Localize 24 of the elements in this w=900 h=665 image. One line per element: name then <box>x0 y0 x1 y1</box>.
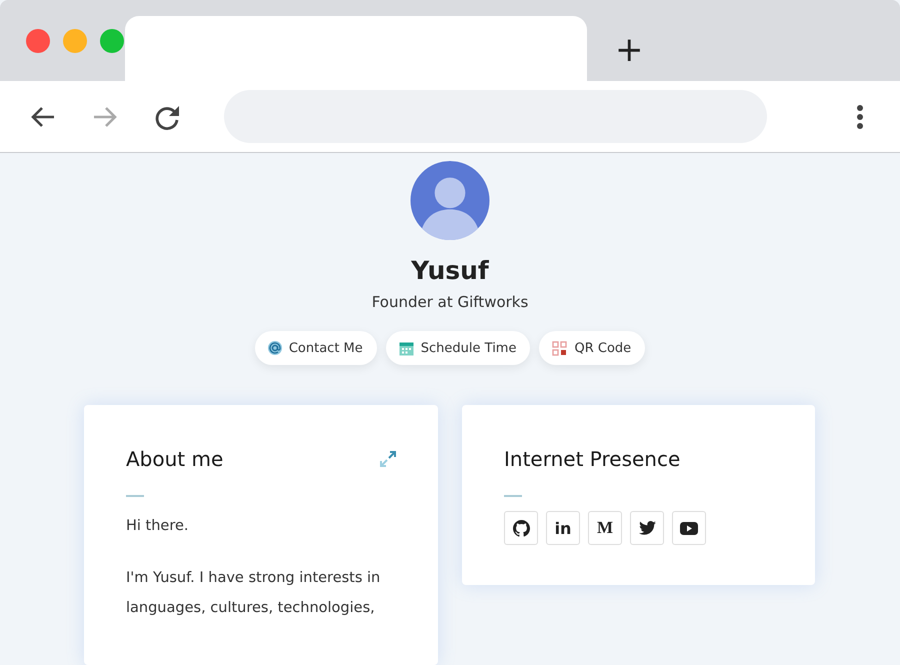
card-title: Internet Presence <box>504 447 682 471</box>
about-paragraph: I'm Yusuf. I have strong interests in languages, cultures, technologies, <box>126 569 382 618</box>
card-title: About me <box>126 447 224 471</box>
medium-link[interactable]: M <box>588 511 622 545</box>
close-button[interactable] <box>26 29 50 53</box>
contact-button[interactable]: Contact Me <box>254 331 377 365</box>
linkedin-link[interactable]: in <box>546 511 580 545</box>
calendar-icon <box>398 340 414 356</box>
about-paragraph: Hi there. <box>126 517 190 536</box>
youtube-link[interactable] <box>672 511 706 545</box>
expand-icon[interactable] <box>380 451 396 467</box>
bird-icon <box>638 521 656 535</box>
schedule-button[interactable]: Schedule Time <box>386 331 530 365</box>
qr-code-icon <box>552 340 568 356</box>
qr-button[interactable]: QR Code <box>539 331 646 365</box>
github-link[interactable] <box>504 511 538 545</box>
octocat-icon <box>512 520 530 536</box>
twitter-link[interactable] <box>630 511 664 545</box>
profile-subtitle: Founder at Giftworks <box>372 293 528 311</box>
profile-name: Yusuf <box>411 256 489 285</box>
at-icon <box>268 341 282 355</box>
play-icon <box>680 522 698 534</box>
menu-icon[interactable] <box>856 104 864 130</box>
new-tab-button[interactable]: + <box>615 33 644 67</box>
